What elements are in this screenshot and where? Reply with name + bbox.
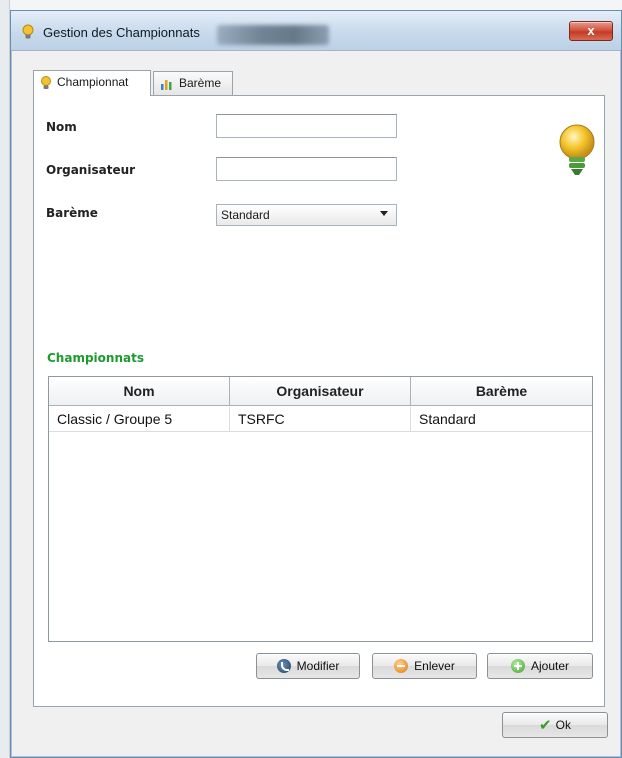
window-title: Gestion des Championnats: [43, 25, 200, 40]
column-header-nom[interactable]: Nom: [49, 377, 230, 405]
championnats-section-title: Championnats: [47, 351, 144, 365]
nom-input[interactable]: [216, 114, 397, 138]
large-bulb-icon: [559, 124, 595, 175]
enlever-button[interactable]: Enlever: [372, 653, 477, 679]
bareme-selected-value: Standard: [221, 208, 270, 222]
cell-organisateur: TSRFC: [230, 407, 411, 431]
redacted-title-area: [217, 25, 329, 45]
add-icon: [510, 659, 525, 673]
bulb-icon: [41, 75, 51, 89]
bareme-select[interactable]: Standard: [216, 204, 397, 226]
tab-bareme[interactable]: Barème: [153, 71, 233, 95]
column-header-bareme[interactable]: Barème: [411, 377, 592, 405]
background-window-edge: [0, 0, 10, 758]
championnats-table: Nom Organisateur Barème Classic / Groupe…: [48, 376, 593, 642]
modifier-label: Modifier: [296, 659, 340, 673]
modifier-button[interactable]: Modifier: [256, 653, 360, 679]
cell-nom: Classic / Groupe 5: [49, 407, 230, 431]
title-bar[interactable]: Gestion des Championnats x: [11, 11, 621, 51]
bulb-icon: [22, 24, 34, 39]
cell-bareme: Standard: [419, 411, 476, 427]
ajouter-label: Ajouter: [530, 659, 570, 673]
ok-label: Ok: [555, 718, 571, 732]
ok-button[interactable]: ✔ Ok: [502, 712, 608, 738]
dialog-window: Gestion des Championnats x Championnat B…: [10, 10, 622, 758]
bareme-label: Barème: [46, 206, 98, 220]
background-strip: [10, 0, 622, 10]
table-row[interactable]: Classic / Groupe 5 TSRFC Standard: [49, 407, 592, 432]
refresh-icon: [276, 659, 291, 673]
tab-championnat[interactable]: Championnat: [33, 70, 151, 96]
close-button[interactable]: x: [569, 21, 613, 41]
tab-label: Barème: [179, 76, 222, 90]
remove-icon: [394, 659, 409, 673]
chevron-down-icon: [380, 211, 388, 216]
enlever-label: Enlever: [414, 659, 455, 673]
column-header-organisateur[interactable]: Organisateur: [230, 377, 411, 405]
organisateur-label: Organisateur: [46, 163, 136, 177]
ajouter-button[interactable]: Ajouter: [487, 653, 593, 679]
tab-label: Championnat: [57, 75, 129, 89]
checkmark-icon: ✔: [539, 717, 552, 734]
bar-chart-icon: [161, 79, 172, 90]
table-header: Nom Organisateur Barème: [49, 377, 592, 406]
nom-label: Nom: [46, 120, 77, 134]
organisateur-input[interactable]: [216, 157, 397, 181]
